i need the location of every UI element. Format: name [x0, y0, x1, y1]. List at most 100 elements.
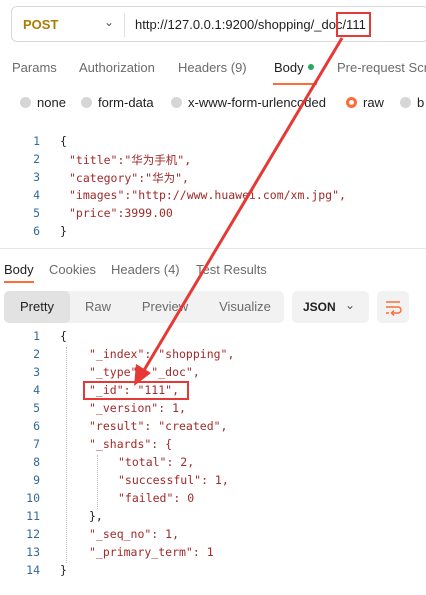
radio-label: x-www-form-urlencoded — [188, 95, 326, 110]
wrap-lines-button[interactable] — [377, 291, 409, 323]
code-line: 1{ — [0, 134, 426, 152]
view-mode-segmented: Pretty Raw Preview Visualize — [4, 291, 284, 323]
radio-circle-icon — [20, 97, 31, 108]
line-number: 3 — [33, 365, 40, 379]
line-number: 5 — [33, 206, 40, 220]
line-number: 13 — [26, 545, 40, 559]
code-line: 11}, — [0, 509, 426, 527]
active-tab-indicator — [4, 281, 34, 283]
line-number: 10 — [26, 491, 40, 505]
code-line: 3 "_type": "_doc", — [0, 365, 426, 383]
line-number: 14 — [26, 563, 40, 577]
line-number: 6 — [33, 224, 40, 238]
code-text: } — [60, 563, 67, 577]
view-visualize-button[interactable]: Visualize — [207, 291, 283, 323]
view-pretty-button[interactable]: Pretty — [4, 291, 70, 323]
code-line: 7 "_shards": { — [0, 437, 426, 455]
radio-circle-icon — [81, 97, 92, 108]
code-text: "category":"华为", — [69, 171, 189, 185]
line-number: 4 — [33, 383, 40, 397]
line-number: 12 — [26, 527, 40, 541]
code-text: "_seq_no": 1, — [89, 527, 180, 541]
response-tabs: Body Cookies Headers (4) Test Results — [0, 259, 426, 283]
line-number: 4 — [33, 188, 40, 202]
line-number: 9 — [33, 473, 40, 487]
line-number: 6 — [33, 419, 40, 433]
code-text: "total": 2, — [118, 455, 195, 469]
tab-headers[interactable]: Headers (9) — [178, 60, 247, 75]
active-tab-indicator — [273, 83, 317, 85]
annotation-box-url-id — [336, 12, 371, 37]
tab-test-results[interactable]: Test Results — [196, 262, 267, 277]
code-line: 8 "total": 2, — [0, 455, 426, 473]
tab-authorization[interactable]: Authorization — [79, 60, 155, 75]
line-number: 1 — [33, 329, 40, 343]
format-select[interactable]: JSON ⌄ — [292, 291, 369, 323]
code-text: "_shards": { — [89, 437, 173, 451]
tab-pre-request-script[interactable]: Pre-request Scr — [337, 60, 426, 75]
tab-body[interactable]: Body — [274, 60, 314, 75]
code-text: "_index": "shopping", — [89, 347, 235, 361]
code-text: } — [60, 224, 67, 238]
code-text: { — [60, 134, 67, 148]
code-line: 12 "_seq_no": 1, — [0, 527, 426, 545]
code-line: 2 "title":"华为手机", — [0, 152, 426, 170]
radio-binary[interactable]: b — [400, 95, 424, 110]
radio-circle-icon — [171, 97, 182, 108]
code-text: "_primary_term": 1 — [89, 545, 214, 559]
tab-cookies[interactable]: Cookies — [49, 262, 96, 277]
radio-none[interactable]: none — [20, 95, 66, 110]
chevron-down-icon: ⌄ — [345, 298, 356, 312]
code-text: "_type": "_doc", — [89, 365, 200, 379]
radio-raw[interactable]: raw — [346, 95, 384, 110]
url-divider — [124, 13, 125, 37]
annotation-box-response-id — [83, 381, 189, 400]
line-number: 2 — [33, 152, 40, 166]
tab-response-headers[interactable]: Headers (4) — [111, 262, 180, 277]
code-text: "price":3999.00 — [69, 206, 173, 220]
code-line: 5 "_version": 1, — [0, 401, 426, 419]
code-line: 6} — [0, 224, 426, 242]
line-number: 5 — [33, 401, 40, 415]
code-line: 4 "_id": "111", — [0, 383, 426, 401]
line-number: 7 — [33, 437, 40, 451]
code-line: 1{ — [0, 329, 426, 347]
radio-circle-icon — [400, 97, 411, 108]
code-text: "title":"华为手机", — [69, 153, 192, 167]
code-text: "successful": 1, — [118, 473, 229, 487]
view-preview-button[interactable]: Preview — [130, 291, 200, 323]
format-label: JSON — [303, 300, 336, 314]
radio-form-data[interactable]: form-data — [81, 95, 154, 110]
line-number: 2 — [33, 347, 40, 361]
view-raw-button[interactable]: Raw — [70, 291, 126, 323]
code-text: { — [60, 329, 67, 343]
radio-label: none — [37, 95, 66, 110]
status-dot-icon — [307, 64, 314, 70]
body-type-radios: none form-data x-www-form-urlencoded raw… — [0, 94, 426, 114]
code-line: 13 "_primary_term": 1 — [0, 545, 426, 563]
line-number: 1 — [33, 134, 40, 148]
wrap-lines-icon — [386, 301, 402, 317]
tab-params[interactable]: Params — [12, 60, 57, 75]
response-body-viewer[interactable]: 1{ 2 "_index": "shopping", 3 "_type": "_do… — [0, 329, 426, 584]
code-line: 2 "_index": "shopping", — [0, 347, 426, 365]
chevron-down-icon[interactable]: ⌄ — [104, 15, 114, 29]
code-text: "result": "created", — [89, 419, 228, 433]
url-bar: POST ⌄ http://127.0.0.1:9200/shopping/_d… — [11, 6, 426, 42]
line-number: 8 — [33, 455, 40, 469]
request-body-editor[interactable]: 1{ 2 "title":"华为手机", 3 "category":"华为", 4 "… — [0, 134, 426, 244]
radio-selected-icon — [346, 97, 357, 108]
method-select[interactable]: POST — [23, 17, 58, 32]
code-line: 9 "successful": 1, — [0, 473, 426, 491]
radio-x-www-form-urlencoded[interactable]: x-www-form-urlencoded — [171, 95, 326, 110]
code-line: 10 "failed": 0 — [0, 491, 426, 509]
panel-divider[interactable] — [0, 248, 426, 249]
code-line: 3 "category":"华为", — [0, 170, 426, 188]
tab-response-body[interactable]: Body — [4, 262, 34, 277]
url-input[interactable]: http://127.0.0.1:9200/shopping/_doc/111 — [135, 17, 366, 32]
code-line: 5 "price":3999.00 — [0, 206, 426, 224]
code-line: 4 "images":"http://www.huawei.com/xm.jpg"… — [0, 188, 426, 206]
radio-label: b — [417, 95, 425, 110]
line-number: 11 — [26, 509, 40, 523]
tab-body-label: Body — [274, 60, 304, 75]
